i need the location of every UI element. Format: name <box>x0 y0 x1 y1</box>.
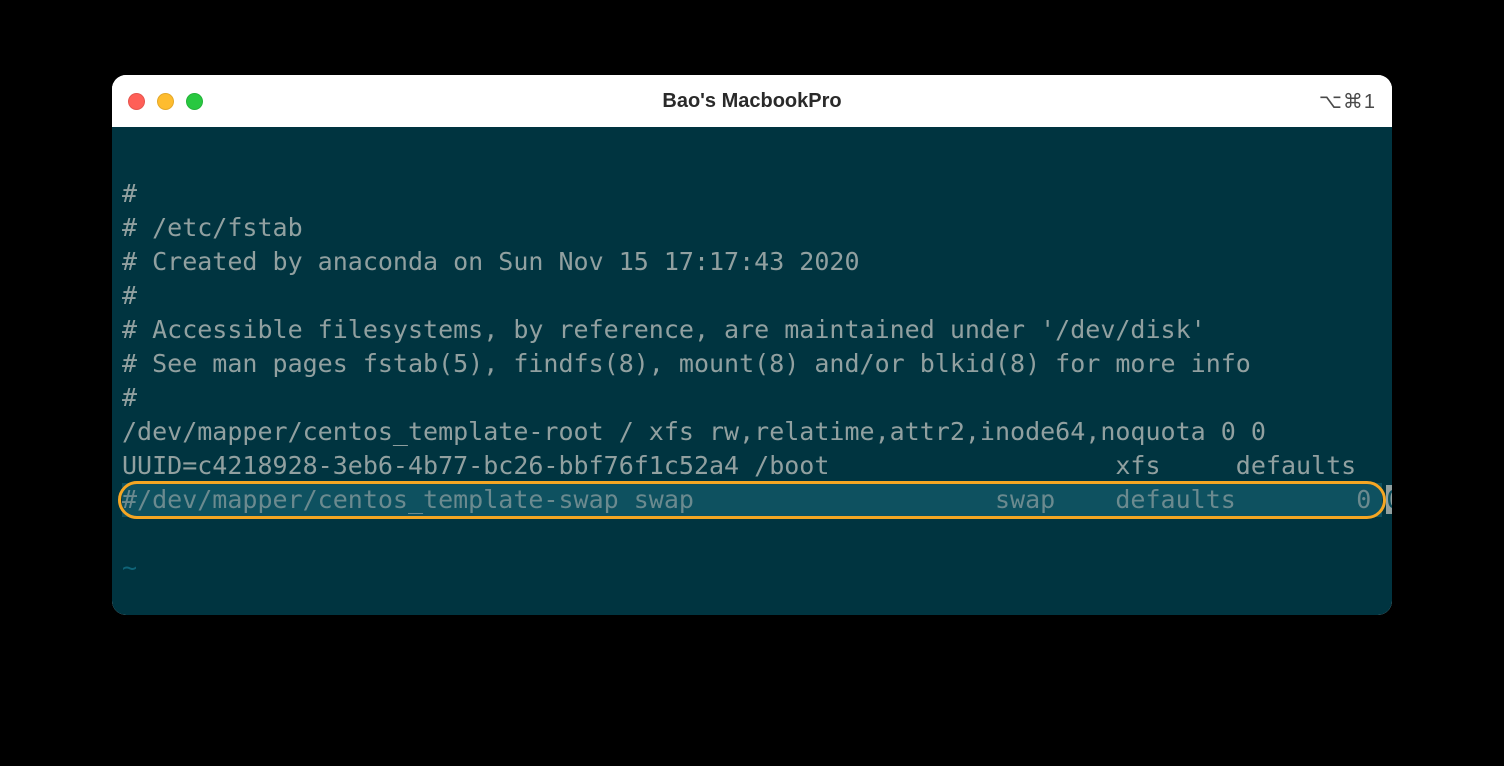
terminal-line: # <box>122 383 137 412</box>
window-shortcut: ⌥⌘1 <box>1319 89 1376 114</box>
traffic-lights <box>128 93 203 110</box>
terminal-content[interactable]: # # /etc/fstab # Created by anaconda on … <box>112 127 1392 615</box>
highlighted-text-pre: #/dev/mapper/centos_template-swap swap s… <box>122 485 1386 514</box>
terminal-line: # See man pages fstab(5), findfs(8), mou… <box>122 349 1251 378</box>
terminal-window: Bao's MacbookPro ⌥⌘1 # # /etc/fstab # Cr… <box>112 75 1392 615</box>
minimize-button[interactable] <box>157 93 174 110</box>
terminal-line: # <box>122 281 137 310</box>
highlighted-line-wrap: #/dev/mapper/centos_template-swap swap s… <box>122 483 1382 517</box>
terminal-line: # <box>122 179 137 208</box>
terminal-line: # /etc/fstab <box>122 213 303 242</box>
terminal-line: UUID=c4218928-3eb6-4b77-bc26-bbf76f1c52a… <box>122 451 1392 480</box>
vim-tilde: ~ <box>122 553 137 582</box>
terminal-line: # Accessible filesystems, by reference, … <box>122 315 1206 344</box>
highlighted-line: #/dev/mapper/centos_template-swap swap s… <box>122 483 1382 517</box>
maximize-button[interactable] <box>186 93 203 110</box>
terminal-line: # Created by anaconda on Sun Nov 15 17:1… <box>122 247 860 276</box>
terminal-line: /dev/mapper/centos_template-root / xfs r… <box>122 417 1266 446</box>
window-title: Bao's MacbookPro <box>662 90 841 113</box>
cursor: 0 <box>1386 485 1392 514</box>
titlebar: Bao's MacbookPro ⌥⌘1 <box>112 75 1392 127</box>
close-button[interactable] <box>128 93 145 110</box>
